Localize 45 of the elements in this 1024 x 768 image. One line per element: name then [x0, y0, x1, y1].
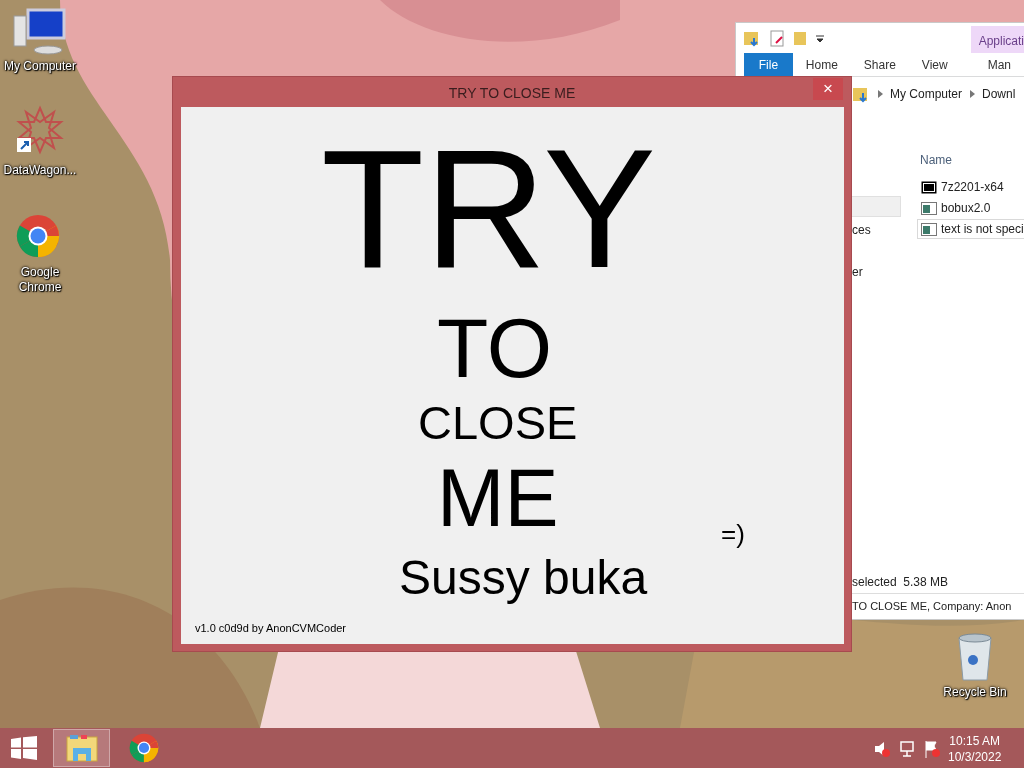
close-button[interactable]: × [813, 78, 843, 100]
nav-highlight [849, 196, 901, 217]
chrome-icon [128, 733, 159, 763]
form-label: TO [437, 306, 553, 390]
clock-date[interactable]: 10/3/2022 [948, 749, 1002, 765]
nav-item[interactable]: ces [852, 221, 871, 239]
folder-icon [852, 85, 870, 103]
breadcrumb-item[interactable]: Downl [982, 85, 1016, 103]
version-text: v1.0 c0d9d by AnonCVMCoder [195, 623, 347, 634]
status-text: selected 5.38 MB [852, 574, 949, 591]
flag-icon[interactable] [923, 740, 941, 758]
chevron-icon[interactable] [876, 89, 884, 99]
folder-icon [64, 733, 99, 763]
network-icon[interactable] [898, 740, 916, 758]
file-name: text is not speci [941, 221, 1024, 238]
ribbon-tab[interactable]: Applicati [970, 26, 1024, 53]
document-icon[interactable] [768, 28, 786, 48]
ribbon-tab[interactable]: Home [792, 53, 851, 76]
muted-speaker-icon[interactable] [873, 740, 891, 758]
file-name: bobux2.0 [941, 200, 991, 217]
file-tab[interactable]: File [744, 53, 793, 76]
ribbon-tab[interactable]: Man [974, 53, 1024, 76]
ribbon-tab[interactable]: View [908, 53, 961, 76]
ribbon-tab[interactable]: Share [850, 53, 909, 76]
form-label: Sussy buka [399, 554, 648, 602]
archive-icon [921, 180, 937, 194]
application-icon [921, 222, 937, 236]
file-row[interactable]: 7z2201-x64 [917, 177, 1024, 197]
form-label: TRY [321, 124, 656, 293]
form-label: ME [437, 458, 559, 539]
start-button[interactable] [10, 736, 38, 760]
window-title: TRY TO CLOSE ME [448, 85, 576, 101]
form-label: CLOSE [418, 399, 578, 446]
application-icon [921, 201, 937, 215]
clock-time[interactable]: 10:15 AM [948, 733, 1002, 749]
nav-item[interactable]: er [852, 263, 863, 281]
column-header[interactable]: Name [920, 151, 952, 169]
taskbar-button[interactable] [53, 729, 110, 767]
file-row[interactable]: bobux2.0 [917, 198, 1024, 218]
chevron-icon[interactable] [968, 89, 977, 99]
details-text: TO CLOSE ME, Company: Anon [852, 599, 1012, 614]
file-row[interactable]: text is not speci [917, 219, 1024, 239]
breadcrumb-item[interactable]: My Computer [890, 85, 963, 103]
file-name: 7z2201-x64 [941, 179, 1004, 196]
form-label: =) [721, 521, 745, 547]
